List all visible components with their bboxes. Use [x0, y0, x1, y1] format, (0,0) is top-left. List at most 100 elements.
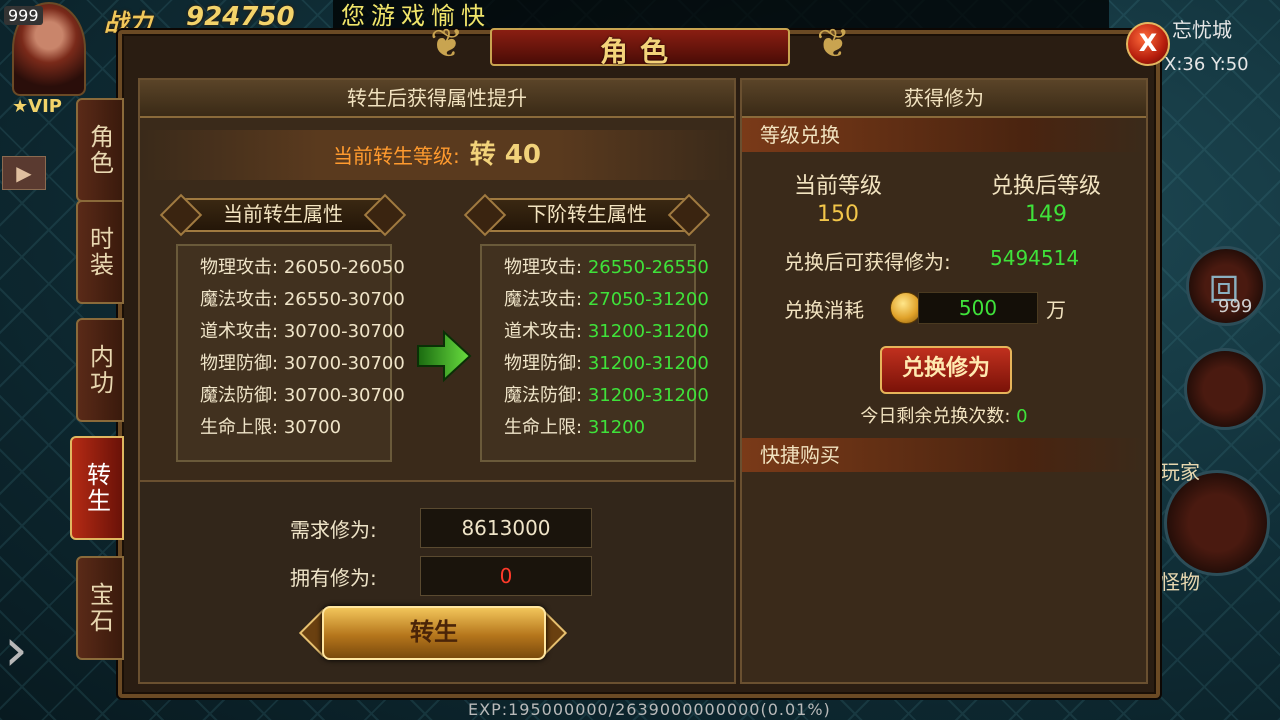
attr-value: 30700 [283, 417, 342, 438]
tab-rebirth-label: 转生 [82, 462, 111, 514]
attr-key: 魔法攻击: [200, 289, 279, 310]
after-level-value: 149 [1025, 202, 1067, 227]
attr-key: 魔法防御: [504, 385, 583, 406]
vip-badge[interactable]: ★VIP [12, 96, 62, 117]
play-toggle-icon[interactable]: ▶ [2, 156, 46, 190]
attr-value: 27050-31200 [587, 289, 709, 310]
attr-row: 生命上限: 30700 [200, 412, 341, 444]
skill-button-attack[interactable] [1184, 348, 1266, 430]
exp-bar-text: EXP:195000000/2639000000000(0.01%) [468, 700, 831, 719]
level-exchange-section: 等级兑换 [742, 118, 1146, 152]
attr-key: 魔法防御: [200, 385, 279, 406]
attr-key: 物理防御: [200, 353, 279, 374]
rebirth-panel-header: 转生后获得属性提升 [140, 80, 734, 118]
target-player-label[interactable]: 玩家 [1160, 456, 1200, 485]
tab-gems[interactable]: 宝石 [76, 556, 124, 660]
tab-inner-power[interactable]: 内功 [76, 318, 124, 422]
current-level-label: 当前等级 [793, 174, 882, 199]
attr-row: 物理攻击: 26050-26050 [200, 252, 405, 284]
remaining-exchanges: 今日剩余兑换次数: 0 [742, 402, 1146, 428]
attr-row: 道术攻击: 30700-30700 [200, 316, 405, 348]
gain-cultivation-value: 5494514 [990, 246, 1080, 270]
gain-cultivation-label: 兑换后可获得修为: [784, 250, 951, 274]
attr-key: 物理防御: [504, 353, 583, 374]
attr-value: 26550-30700 [283, 289, 405, 310]
tab-fashion-label: 时装 [85, 226, 114, 278]
attr-row: 魔法防御: 31200-31200 [504, 380, 709, 412]
attr-value: 31200-31200 [587, 385, 709, 406]
window-title-plate: ❦ ❦ 角色 [430, 18, 850, 68]
attr-key: 道术攻击: [200, 321, 279, 342]
cultivation-panel-header: 获得修为 [742, 80, 1146, 118]
attr-value: 31200 [587, 417, 646, 438]
tab-rebirth[interactable]: 转生 [70, 436, 124, 540]
current-level-value: 150 [817, 202, 859, 227]
current-attrs-title: 当前转生属性 [223, 202, 343, 226]
attr-row: 物理攻击: 26550-26550 [504, 252, 709, 284]
attr-key: 生命上限: [200, 417, 279, 438]
attr-value: 31200-31200 [587, 353, 709, 374]
remaining-exchanges-value: 0 [1016, 406, 1028, 427]
current-attrs-box: 物理攻击: 26050-26050 魔法攻击: 26550-30700 道术攻击… [176, 244, 405, 462]
next-attrs-box: 物理攻击: 26550-26550 魔法攻击: 27050-31200 道术攻击… [480, 244, 709, 462]
attr-row: 魔法攻击: 26550-30700 [200, 284, 405, 316]
attr-row: 魔法防御: 30700-30700 [200, 380, 405, 412]
window-title: 角色 [599, 35, 680, 68]
owned-cultivation-value: 0 [420, 556, 592, 596]
tab-character[interactable]: 角色 [76, 98, 124, 202]
attr-key: 物理攻击: [200, 257, 279, 278]
attr-key: 道术攻击: [504, 321, 583, 342]
map-name: 忘忧城 [1172, 18, 1232, 42]
rebirth-level-label: 当前转生等级: [333, 144, 460, 168]
attr-row: 物理防御: 30700-30700 [200, 348, 405, 380]
attr-row: 魔法攻击: 27050-31200 [504, 284, 709, 316]
attr-value: 26550-26550 [587, 257, 709, 278]
exchange-cost-label: 兑换消耗 [784, 298, 864, 322]
attr-row: 生命上限: 31200 [504, 412, 645, 444]
skill-count: 999 [1218, 296, 1253, 317]
tab-fashion[interactable]: 时装 [76, 200, 124, 304]
target-monster-label[interactable]: 怪物 [1160, 566, 1200, 595]
close-icon: X [1138, 29, 1158, 57]
power-value: 924750 [186, 2, 295, 32]
attr-row: 道术攻击: 31200-31200 [504, 316, 709, 348]
exchange-cost-unit: 万 [1046, 298, 1066, 322]
next-attrs-plaque: 下阶转生属性 [462, 192, 712, 237]
vip-label: VIP [28, 96, 62, 117]
exchange-cultivation-button[interactable]: 兑换修为 [880, 346, 1012, 394]
quick-buy-section: 快捷购买 [742, 438, 1146, 472]
after-level-label: 兑换后等级 [990, 174, 1101, 199]
required-cultivation-label: 需求修为: [290, 518, 377, 542]
attr-value: 30700-30700 [283, 321, 405, 342]
player-level-badge: 999 [4, 6, 43, 25]
required-cultivation-value: 8613000 [420, 508, 592, 548]
rebirth-level-row: 当前转生等级: 转 40 [140, 130, 734, 180]
expand-arrow-icon[interactable]: › [4, 620, 48, 684]
attr-key: 物理攻击: [504, 257, 583, 278]
owned-cultivation-label: 拥有修为: [290, 566, 377, 590]
close-button[interactable]: X [1126, 22, 1170, 66]
attr-value: 30700-30700 [283, 385, 405, 406]
rebirth-requirements: 需求修为: 8613000 拥有修为: 0 转生 [140, 480, 734, 682]
next-attrs-title: 下阶转生属性 [527, 202, 647, 226]
exchange-cost-value: 500 [918, 292, 1038, 324]
star-icon: ★ [12, 96, 29, 117]
rebirth-button[interactable]: 转生 [322, 606, 546, 660]
map-coords: X:36 Y:50 [1164, 54, 1249, 75]
attr-key: 魔法攻击: [504, 289, 583, 310]
skill-button-main[interactable] [1164, 470, 1270, 576]
attr-value: 30700-30700 [283, 353, 405, 374]
arrow-right-icon [417, 329, 472, 383]
attr-row: 物理防御: 31200-31200 [504, 348, 709, 380]
tab-gems-label: 宝石 [85, 582, 114, 634]
attr-value: 26050-26050 [283, 257, 405, 278]
tab-inner-power-label: 内功 [85, 344, 114, 396]
cultivation-panel: 获得修为 等级兑换 当前等级 兑换后等级 150 149 兑换后可获得修为: 5… [740, 78, 1148, 684]
rebirth-panel: 转生后获得属性提升 当前转生等级: 转 40 当前转生属性 下阶转生属性 物理攻击… [138, 78, 736, 684]
attr-value: 31200-31200 [587, 321, 709, 342]
rebirth-level-value: 转 40 [469, 140, 541, 170]
tab-character-label: 角色 [85, 124, 114, 176]
current-attrs-plaque: 当前转生属性 [158, 192, 408, 237]
attr-key: 生命上限: [504, 417, 583, 438]
remaining-exchanges-label: 今日剩余兑换次数: [860, 406, 1011, 427]
